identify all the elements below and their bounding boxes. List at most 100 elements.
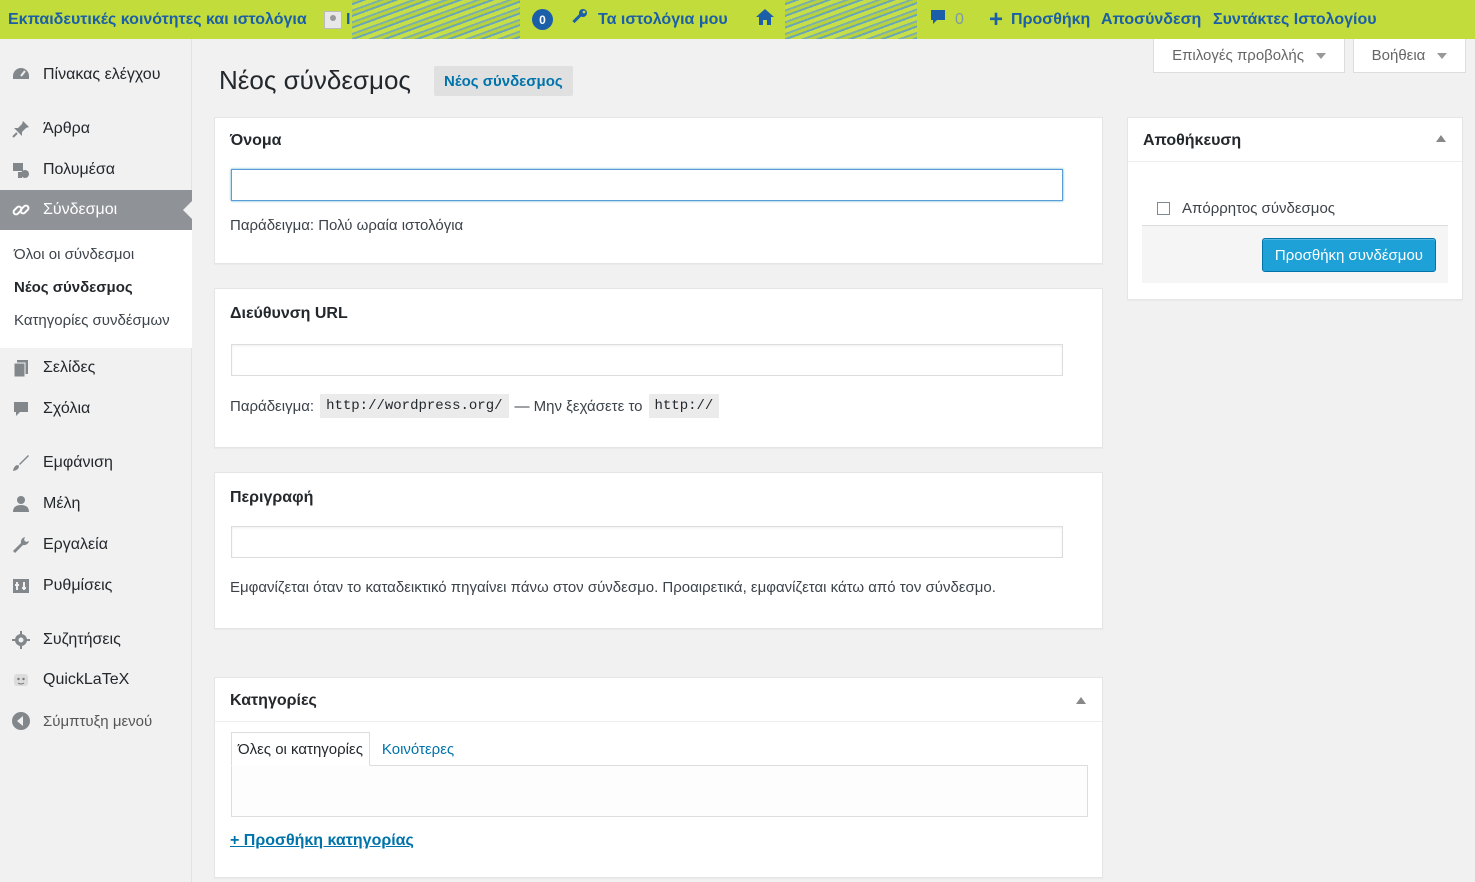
- settings-icon: [10, 575, 32, 597]
- menu-label: Σύνδεσμοι: [43, 201, 118, 218]
- avatar: [324, 10, 342, 29]
- blurred-username: [352, 0, 520, 39]
- link-categories-heading: Κατηγορίες: [230, 692, 317, 709]
- divider: [215, 721, 1102, 722]
- menu-dashboard[interactable]: Πίνακας ελέγχου: [0, 55, 192, 95]
- protocol-code: http://: [648, 394, 720, 418]
- collapse-toggle-icon[interactable]: [1436, 135, 1446, 142]
- home-link[interactable]: [743, 0, 785, 39]
- media-icon: [10, 159, 32, 181]
- gear-icon: [10, 629, 32, 651]
- home-icon: [755, 7, 775, 32]
- add-new-label: Προσθήκη: [1011, 10, 1091, 28]
- menu-links[interactable]: Σύνδεσμοι: [0, 190, 192, 230]
- latex-icon: [10, 669, 32, 691]
- private-link-checkbox[interactable]: [1157, 202, 1170, 215]
- key-icon: [570, 7, 590, 32]
- menu-label: Σελίδες: [43, 359, 96, 376]
- menu-label: Σύμπτυξη μενού: [43, 712, 153, 730]
- link-description-box: Περιγραφή Εμφανίζεται όταν το καταδεικτι…: [214, 472, 1103, 629]
- tab-all-categories[interactable]: Όλες οι κατηγορίες: [231, 732, 370, 766]
- menu-label: Συζητήσεις: [43, 631, 121, 648]
- collapse-icon: [10, 710, 32, 732]
- help-label: Βοήθεια: [1371, 47, 1426, 64]
- site-name: Εκπαιδευτικές κοινότητες και ιστολόγια: [8, 10, 307, 28]
- user-account-menu[interactable]: I: [314, 0, 352, 39]
- dashboard-icon: [10, 64, 32, 86]
- admin-bar: Εκπαιδευτικές κοινότητες και ιστολόγια I…: [0, 0, 1475, 39]
- wrench-icon: [10, 534, 32, 556]
- link-icon: [10, 199, 32, 221]
- blog-editors-label: Συντάκτες Ιστολογίου: [1213, 10, 1377, 28]
- menu-label: Εργαλεία: [43, 536, 108, 553]
- add-link-submit-button[interactable]: Προσθήκη συνδέσμου: [1261, 238, 1436, 272]
- links-submenu: Όλοι οι σύνδεσμοι Νέος σύνδεσμος Κατηγορ…: [0, 230, 192, 348]
- comment-bubble-icon: [929, 8, 947, 31]
- menu-discussions[interactable]: Συζητήσεις: [0, 620, 192, 660]
- category-checklist: [231, 765, 1088, 817]
- menu-media[interactable]: Πολυμέσα: [0, 150, 192, 190]
- link-url-help: Παράδειγμα: http://wordpress.org/ — Μην …: [230, 394, 725, 418]
- menu-users[interactable]: Μέλη: [0, 484, 192, 524]
- menu-pages[interactable]: Σελίδες: [0, 348, 192, 388]
- site-name-link[interactable]: Εκπαιδευτικές κοινότητες και ιστολόγια: [0, 0, 314, 39]
- menu-posts[interactable]: Άρθρα: [0, 109, 192, 149]
- private-link-label: Απόρρητος σύνδεσμος: [1182, 200, 1336, 217]
- menu-label: Μέλη: [43, 495, 81, 512]
- notification-count-badge: 0: [532, 9, 553, 30]
- help-prefix: Παράδειγμα:: [230, 397, 315, 415]
- comment-icon: [10, 398, 32, 420]
- link-name-heading: Όνομα: [230, 132, 282, 149]
- save-box: Αποθήκευση Απόρρητος σύνδεσμος Προσθήκη …: [1127, 117, 1463, 300]
- user-icon: [10, 493, 32, 515]
- dropdown-arrow-icon: [1315, 52, 1326, 59]
- link-name-box: Όνομα Παράδειγμα: Πολύ ωραία ιστολόγια: [214, 117, 1103, 264]
- link-name-input[interactable]: [231, 169, 1063, 201]
- example-url-code: http://wordpress.org/: [320, 394, 509, 418]
- my-blogs-link[interactable]: Τα ιστολόγια μου: [560, 0, 743, 39]
- collapse-menu-button[interactable]: Σύμπτυξη μενού: [0, 701, 192, 741]
- menu-quicklatex[interactable]: QuickLaTeX: [0, 660, 192, 700]
- menu-label: Πίνακας ελέγχου: [43, 66, 161, 83]
- notifications-link[interactable]: 0: [520, 0, 560, 39]
- brush-icon: [10, 452, 32, 474]
- help-toggle[interactable]: Βοήθεια: [1353, 39, 1466, 73]
- menu-label: Ρυθμίσεις: [43, 577, 113, 594]
- link-description-help: Εμφανίζεται όταν το καταδεικτικό πηγαίνε…: [230, 579, 996, 596]
- add-new-link-button[interactable]: Νέος σύνδεσμος: [434, 66, 573, 96]
- add-new-menu[interactable]: + Προσθήκη: [977, 0, 1095, 39]
- add-category-link[interactable]: + Προσθήκη κατηγορίας: [230, 832, 414, 850]
- tab-popular-categories[interactable]: Κοινότερες: [370, 732, 466, 766]
- menu-label: Εμφάνιση: [43, 454, 113, 471]
- plus-icon: +: [989, 5, 1004, 33]
- blog-editors-link[interactable]: Συντάκτες Ιστολογίου: [1211, 0, 1377, 39]
- menu-comments[interactable]: Σχόλια: [0, 389, 192, 429]
- submenu-link-categories[interactable]: Κατηγορίες συνδέσμων: [14, 312, 170, 329]
- link-description-input[interactable]: [231, 526, 1063, 558]
- menu-appearance[interactable]: Εμφάνιση: [0, 443, 192, 483]
- category-tabs: Όλες οι κατηγορίες Κοινότερες: [231, 732, 466, 766]
- submenu-all-links[interactable]: Όλοι οι σύνδεσμοι: [14, 246, 134, 263]
- comments-link[interactable]: 0: [917, 0, 977, 39]
- pages-icon: [10, 357, 32, 379]
- menu-settings[interactable]: Ρυθμίσεις: [0, 566, 192, 606]
- comments-count: 0: [955, 10, 964, 28]
- my-blogs-label: Τα ιστολόγια μου: [598, 10, 728, 28]
- private-link-option[interactable]: Απόρρητος σύνδεσμος: [1157, 200, 1335, 217]
- link-description-heading: Περιγραφή: [230, 489, 314, 506]
- menu-label: Άρθρα: [43, 120, 91, 137]
- pin-icon: [10, 118, 32, 140]
- admin-sidebar: Πίνακας ελέγχου Άρθρα Πολυμέσα Σύνδεσμοι…: [0, 39, 192, 882]
- screen-options-toggle[interactable]: Επιλογές προβολής: [1153, 39, 1345, 73]
- menu-label: Πολυμέσα: [43, 161, 115, 178]
- submenu-new-link[interactable]: Νέος σύνδεσμος: [14, 279, 133, 296]
- menu-tools[interactable]: Εργαλεία: [0, 525, 192, 565]
- link-url-input[interactable]: [231, 344, 1063, 376]
- link-name-help: Παράδειγμα: Πολύ ωραία ιστολόγια: [230, 217, 464, 234]
- collapse-toggle-icon[interactable]: [1076, 697, 1086, 704]
- blurred-site-title: [785, 0, 917, 39]
- link-url-box: Διεύθυνση URL Παράδειγμα: http://wordpre…: [214, 288, 1103, 448]
- page-title: Νέος σύνδεσμος: [219, 65, 411, 95]
- logout-link[interactable]: Αποσύνδεση: [1095, 0, 1211, 39]
- dropdown-arrow-icon: [1437, 52, 1448, 59]
